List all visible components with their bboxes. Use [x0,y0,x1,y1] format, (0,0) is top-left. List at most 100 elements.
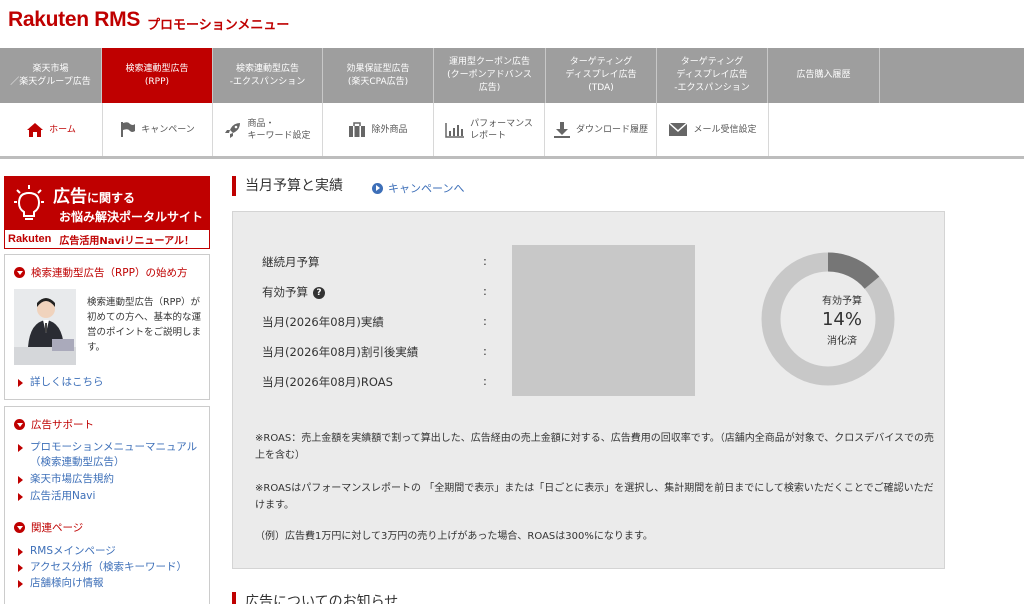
donut-title: 有効予算 [822,296,862,307]
tab-rpp-expansion[interactable]: 検索連動型広告 -エクスパンション [213,48,323,103]
circle-chevron-icon [14,267,25,278]
roas-note-example: （例）広告費1万円に対して3万円の売り上げがあった場合、ROASは300%になり… [255,531,653,542]
triangle-right-icon [18,493,23,501]
campaign-link[interactable]: キャンペーンへ [372,180,464,196]
support-link-terms[interactable]: 楽天市場広告規約 [18,472,209,487]
rpp-guide-title[interactable]: 検索連動型広告（RPP）の始め方 [14,265,209,280]
redacted-values [512,245,695,396]
support-link-manual[interactable]: プロモーションメニューマニュアル（検索連動型広告） [18,440,204,470]
triangle-right-icon [18,580,23,588]
subnav-performance-report[interactable]: パフォーマンス レポート [434,103,545,156]
circle-chevron-icon [14,522,25,533]
sub-nav: ホーム キャンペーン 商品・ キーワード設定 除外商品 パフォーマンス レポート… [0,103,1024,159]
banner-headline-big: 広告 [53,187,87,207]
row-roas-label: 当月(2026年08月)ROAS [262,375,393,389]
tab-tda[interactable]: ターゲティング ディスプレイ広告 (TDA) [546,48,657,103]
donut-subtitle: 消化済 [827,336,857,347]
flag-icon [120,121,136,138]
row-discounted-actual-colon: : [483,344,487,358]
help-icon[interactable]: ? [313,286,325,299]
business-person-image [14,289,76,365]
triangle-right-icon [18,476,23,484]
bar-chart-icon [445,122,465,138]
header: Rakuten RMS プロモーションメニュー [0,0,1024,48]
rpp-guide-detail-link-text: 詳しくはこちら [30,376,104,388]
row-monthly-budget-label: 継続月予算 [262,255,320,269]
lightbulb-icon [14,185,44,220]
row-effective-budget-colon: : [483,284,487,298]
subnav-campaign[interactable]: キャンペーン [103,103,213,156]
related-pages-title-text: 関連ページ [31,522,84,534]
support-link-navi-text: 広告活用Navi [30,490,96,502]
row-discounted-actual-label: 当月(2026年08月)割引後実績 [262,345,419,359]
budget-panel: 継続月予算 : 有効予算? : 当月(2026年08月)実績 : 当月(2026… [232,211,945,569]
subnav-excluded-items-label: 除外商品 [371,124,408,135]
subnav-download-history-label: ダウンロード履歴 [575,124,648,135]
subnav-home[interactable]: ホーム [0,103,103,156]
roas-note-1: ※ROAS：売上金額を実績額で割って算出した、広告経由の売上金額に対する、広告費… [255,433,935,461]
banner-top: 広告に関する お悩み解決ポータルサイト [5,177,209,230]
row-current-actual-label: 当月(2026年08月)実績 [262,315,384,329]
tab-cpa[interactable]: 効果保証型広告 (楽天CPA広告) [323,48,434,103]
rpp-guide-box: 検索連動型広告（RPP）の始め方 検索連動型広告（RPP）が初めての方へ、基本的… [4,254,210,400]
notice-section-title: 広告についてのお知らせ [232,592,398,604]
support-link-manual-text: プロモーションメニューマニュアル（検索連動型広告） [30,441,198,468]
page-title: 当月予算と実績 [232,176,343,196]
row-effective-budget-label: 有効予算 [262,285,308,299]
banner-bottom: Rakuten 広告活用Naviリニューアル！ [5,230,209,248]
triangle-right-icon [18,564,23,572]
rpp-guide-title-text: 検索連動型広告（RPP）の始め方 [31,267,188,279]
row-current-actual-colon: : [483,314,487,328]
support-link-terms-text: 楽天市場広告規約 [30,473,114,485]
tab-coupon-advance[interactable]: 運用型クーポン広告 (クーポンアドバンス 広告) [434,48,546,103]
support-link-navi[interactable]: 広告活用Navi [18,489,209,504]
subnav-excluded-items[interactable]: 除外商品 [323,103,434,156]
tab-ad-purchase-history[interactable]: 広告購入履歴 [768,48,880,103]
triangle-right-icon [18,444,23,452]
banner-subline: お悩み解決ポータルサイト [59,210,204,224]
rakuten-rms-logo[interactable]: Rakuten RMS [8,8,140,32]
subnav-home-label: ホーム [49,124,76,135]
banner-headline-small: に関する [87,191,136,205]
tab-rakuten-group-ads[interactable]: 楽天市場 ／楽天グループ広告 [0,48,102,103]
banner-headline: 広告に関する [53,182,135,207]
rakuten-logo: Rakuten [8,233,52,245]
banner-renewal-text: 広告活用Naviリニューアル！ [59,235,194,247]
row-monthly-budget-colon: : [483,254,487,268]
related-link-rms-main-text: RMSメインページ [30,545,116,557]
subnav-mail-settings[interactable]: メール受信設定 [657,103,769,156]
roas-note-2: ※ROASはパフォーマンスレポートの 「全期間で表示」または「日ごとに表示」を選… [255,483,934,511]
campaign-link-text: キャンペーンへ [388,182,465,195]
circle-chevron-icon [14,419,25,430]
download-icon [553,121,571,139]
related-pages-title: 関連ページ [14,520,209,535]
subnav-mail-settings-label: メール受信設定 [693,124,757,135]
circle-arrow-icon [372,182,383,194]
briefcase-icon [348,121,366,138]
page-subtitle: プロモーションメニュー [147,18,290,33]
row-effective-budget: 有効予算? [262,284,325,300]
mail-icon [668,122,688,137]
related-link-store-info-text: 店舗様向け情報 [30,577,104,589]
tab-tda-expansion[interactable]: ターゲティング ディスプレイ広告 -エクスパンション [657,48,768,103]
triangle-right-icon [18,548,23,556]
rpp-guide-body: 検索連動型広告（RPP）が初めての方へ、基本的な運営のポイントをご説明します。 [87,297,202,353]
home-icon [26,122,44,138]
subnav-campaign-label: キャンペーン [141,124,195,135]
rpp-guide-detail-link[interactable]: 詳しくはこちら [18,375,104,390]
related-link-store-info[interactable]: 店舗様向け情報 [18,576,209,591]
tab-rpp[interactable]: 検索連動型広告 (RPP) [102,48,213,103]
subnav-item-keyword-settings-label: 商品・ キーワード設定 [247,118,311,141]
subnav-download-history[interactable]: ダウンロード履歴 [545,103,657,156]
row-roas-colon: : [483,374,487,388]
related-link-rms-main[interactable]: RMSメインページ [18,544,209,559]
ad-portal-banner[interactable]: 広告に関する お悩み解決ポータルサイト Rakuten 広告活用Naviリニュー… [4,176,210,249]
rocket-icon [224,121,242,139]
triangle-right-icon [18,379,23,387]
top-nav: 楽天市場 ／楽天グループ広告 検索連動型広告 (RPP) 検索連動型広告 -エク… [0,48,1024,103]
subnav-performance-report-label: パフォーマンス レポート [470,118,533,141]
donut-label: 有効予算 14% 消化済 [777,292,907,347]
subnav-item-keyword-settings[interactable]: 商品・ キーワード設定 [213,103,323,156]
related-link-access-analysis[interactable]: アクセス分析（検索キーワード） [18,560,209,575]
ad-support-box: 広告サポート プロモーションメニューマニュアル（検索連動型広告） 楽天市場広告規… [4,406,210,604]
